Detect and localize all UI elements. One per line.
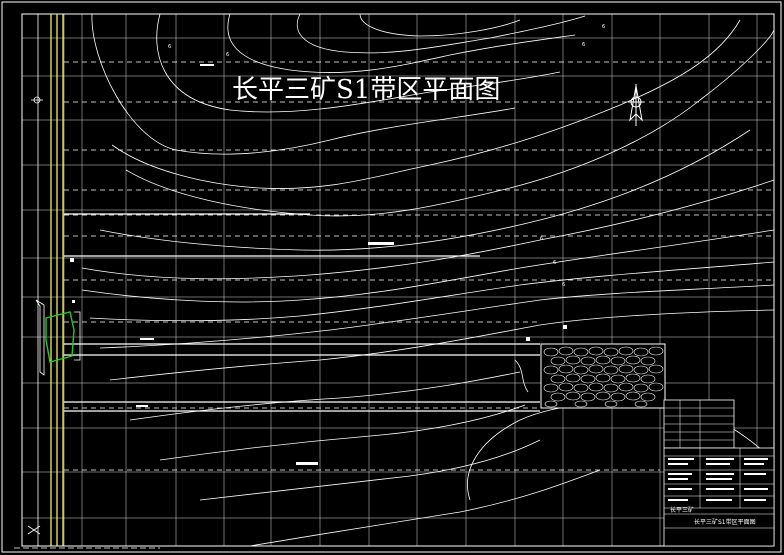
svg-text:6: 6 xyxy=(562,282,565,288)
cad-canvas[interactable]: 6 6 6 6 6 6 6 长平三矿S1带区平面图 长平三矿 长平三矿S1带区平… xyxy=(0,0,784,555)
svg-text:6: 6 xyxy=(553,260,556,266)
coordinate-marker-icon xyxy=(31,96,43,104)
bottom-left-marks xyxy=(14,525,160,549)
svg-text:6: 6 xyxy=(226,52,229,58)
svg-text:6: 6 xyxy=(602,24,605,30)
gob-area xyxy=(540,343,666,409)
svg-text:6: 6 xyxy=(582,42,585,48)
main-road-yellow xyxy=(50,14,64,546)
title-block: 长平三矿 长平三矿S1带区平面图 xyxy=(663,399,775,547)
title-block-caption: 长平三矿S1带区平面图 xyxy=(694,518,756,526)
cad-drawing: 6 6 6 6 6 6 6 长平三矿S1带区平面图 长平三矿 长平三矿S1带区平… xyxy=(1,1,782,553)
north-arrow-icon xyxy=(628,84,644,126)
title-block-company: 长平三矿 xyxy=(670,506,694,514)
svg-text:6: 6 xyxy=(168,44,171,50)
drawing-title: 长平三矿S1带区平面图 xyxy=(232,75,500,105)
svg-text:6: 6 xyxy=(540,236,543,242)
